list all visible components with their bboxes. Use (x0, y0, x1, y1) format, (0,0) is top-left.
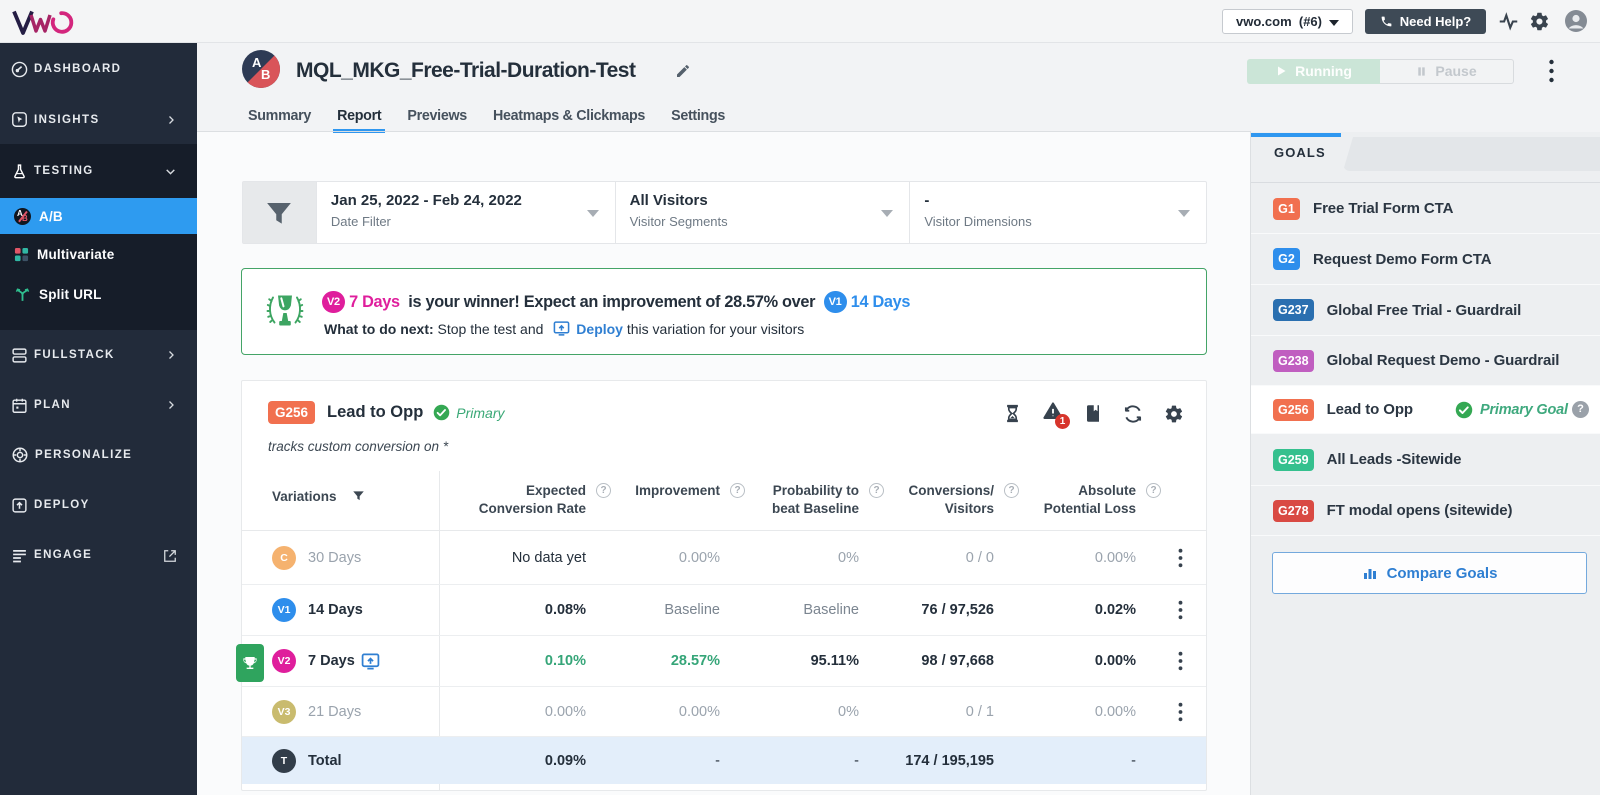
svg-text:B: B (261, 67, 270, 82)
